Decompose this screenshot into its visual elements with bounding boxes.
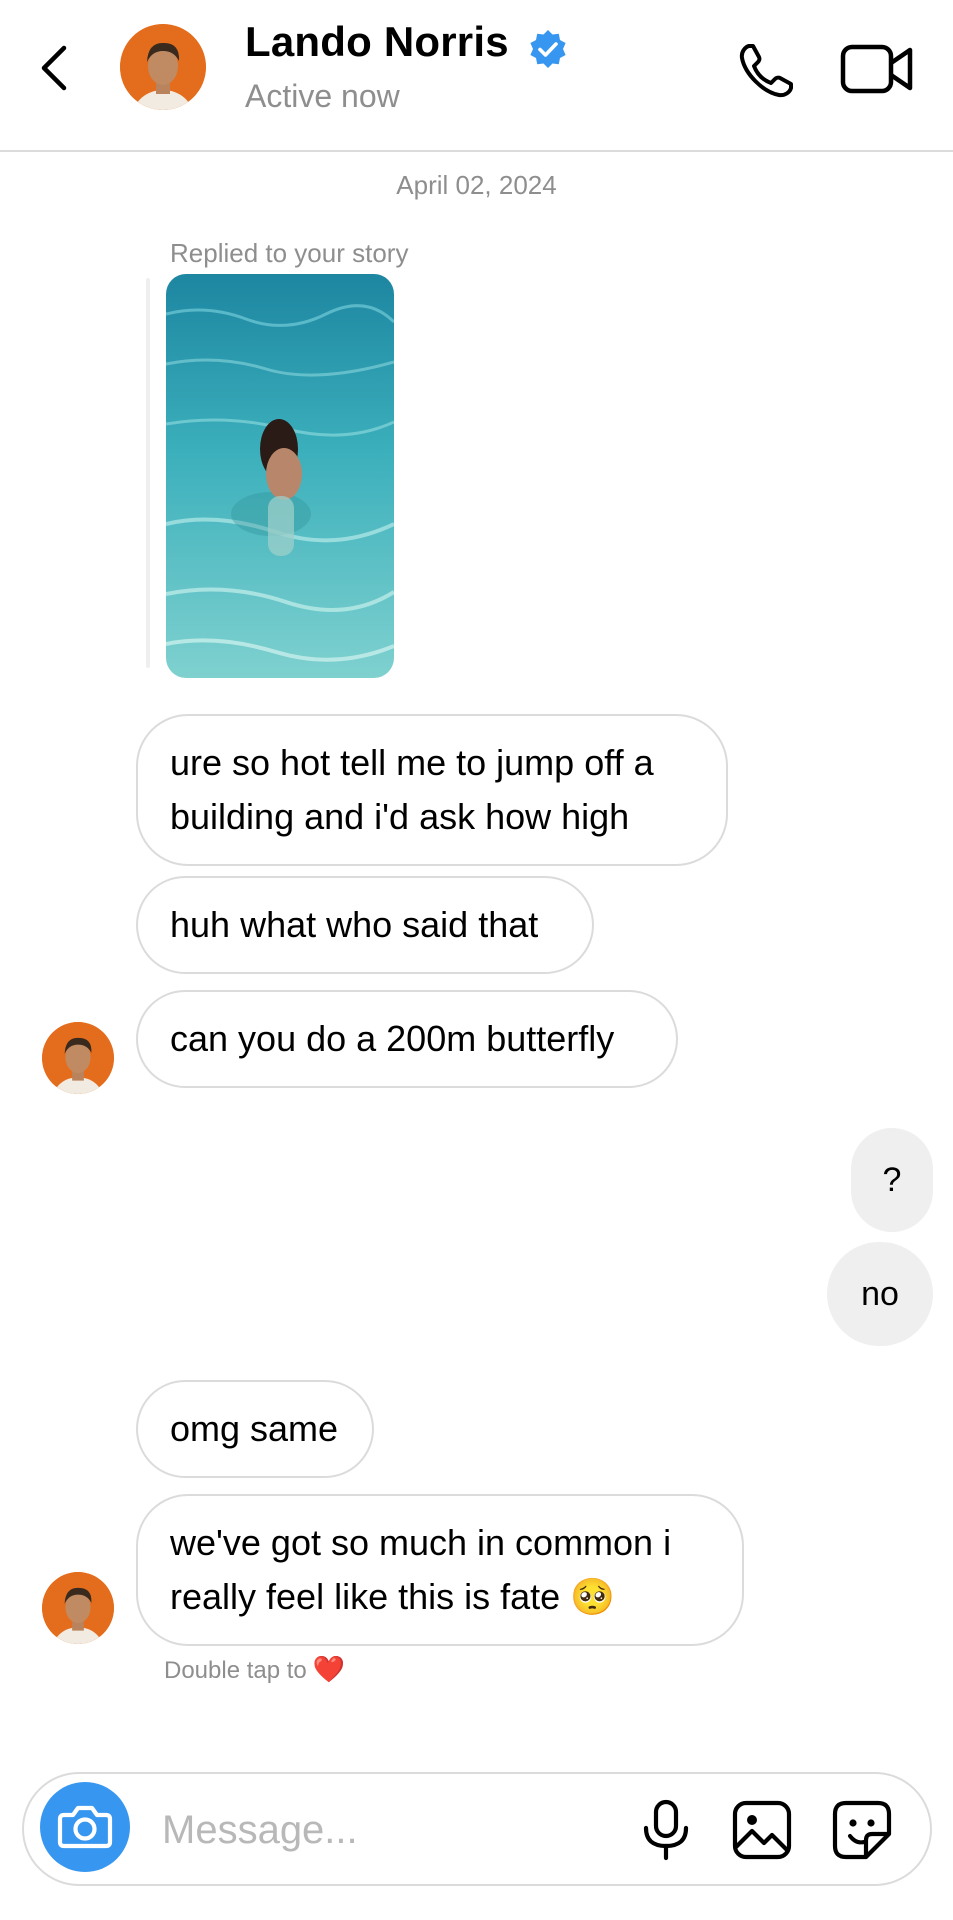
message-bubble-received[interactable]: ure so hot tell me to jump off a buildin… [136, 714, 728, 866]
story-thumbnail[interactable] [166, 274, 394, 678]
gallery-icon [732, 1800, 792, 1860]
audio-call-button[interactable] [735, 38, 799, 102]
double-tap-text: Double tap to [164, 1657, 307, 1684]
voice-message-button[interactable] [640, 1798, 692, 1862]
sticker-button[interactable] [830, 1798, 894, 1862]
message-bubble-received[interactable]: we've got so much in common i really fee… [136, 1494, 744, 1646]
phone-icon [739, 44, 793, 98]
reply-quote-bar [146, 278, 150, 668]
message-input[interactable] [162, 1800, 612, 1860]
message-bubble-sent[interactable]: no [827, 1242, 933, 1346]
story-reply-label: Replied to your story [170, 238, 409, 268]
chat-header: Lando Norris Active now [0, 0, 953, 152]
video-call-button[interactable] [840, 40, 914, 98]
back-button[interactable] [32, 38, 80, 98]
thread-date: April 02, 2024 [396, 170, 557, 200]
message-bubble-sent[interactable]: ? [851, 1128, 933, 1232]
header-avatar[interactable] [120, 24, 206, 110]
camera-button[interactable] [40, 1782, 130, 1872]
verified-badge-icon [528, 29, 568, 69]
sender-avatar[interactable] [42, 1022, 114, 1094]
message-bubble-received[interactable]: huh what who said that [136, 876, 594, 974]
active-status: Active now [245, 78, 400, 114]
gallery-button[interactable] [730, 1798, 794, 1862]
message-bubble-received[interactable]: can you do a 200m butterfly [136, 990, 678, 1088]
camera-icon [57, 1805, 113, 1849]
contact-name[interactable]: Lando Norris [245, 18, 509, 66]
message-bubble-received[interactable]: omg same [136, 1380, 374, 1478]
video-camera-icon [840, 44, 913, 94]
sender-avatar[interactable] [42, 1572, 114, 1644]
double-tap-hint: Double tap to ❤️ [164, 1654, 345, 1685]
microphone-icon [643, 1799, 689, 1861]
back-icon [41, 45, 67, 91]
heart-icon: ❤️ [312, 1654, 346, 1684]
sticker-icon [832, 1800, 892, 1860]
